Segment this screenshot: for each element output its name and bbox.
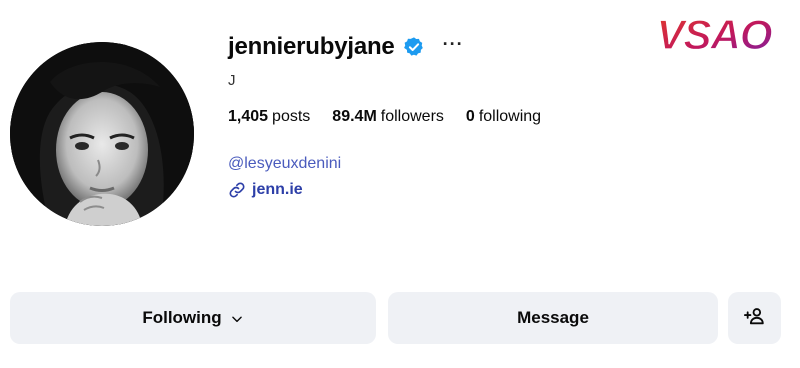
more-options-icon[interactable]: ···: [443, 35, 464, 53]
message-button-label: Message: [517, 308, 589, 327]
profile-avatar[interactable]: [10, 42, 194, 226]
posts-label: posts: [272, 108, 311, 125]
followers-count: 89.4M: [332, 108, 377, 125]
profile-stats: 1,405 posts 89.4M followers 0 following: [228, 108, 541, 126]
following-label: following: [478, 108, 542, 125]
verified-badge-icon: [403, 36, 425, 58]
followers-stat[interactable]: 89.4M followers: [332, 108, 444, 126]
full-name: J: [228, 72, 236, 89]
posts-stat: 1,405 posts: [228, 108, 310, 126]
bio-mention-link[interactable]: @lesyeuxdenini: [228, 155, 341, 173]
username: jennierubyjane: [228, 33, 395, 60]
message-button[interactable]: Message: [388, 292, 718, 344]
followers-label: followers: [380, 108, 444, 125]
avatar-photo: [10, 42, 194, 226]
add-user-button[interactable]: [728, 292, 781, 344]
external-link[interactable]: jenn.ie: [228, 181, 303, 199]
following-stat[interactable]: 0 following: [466, 108, 541, 126]
profile-header: jennierubyjane ···: [228, 30, 464, 64]
watermark-logo: VSAO: [636, 10, 792, 58]
external-link-text: jenn.ie: [252, 181, 303, 198]
link-chain-icon: [228, 181, 246, 199]
posts-count: 1,405: [228, 108, 269, 125]
following-button-label: Following: [142, 308, 222, 327]
add-user-icon: [743, 305, 766, 332]
following-count: 0: [465, 108, 475, 125]
username-row: jennierubyjane ···: [228, 30, 464, 64]
chevron-down-icon: [230, 311, 244, 325]
following-button[interactable]: Following: [10, 292, 376, 344]
svg-text:VSAO: VSAO: [656, 11, 771, 58]
